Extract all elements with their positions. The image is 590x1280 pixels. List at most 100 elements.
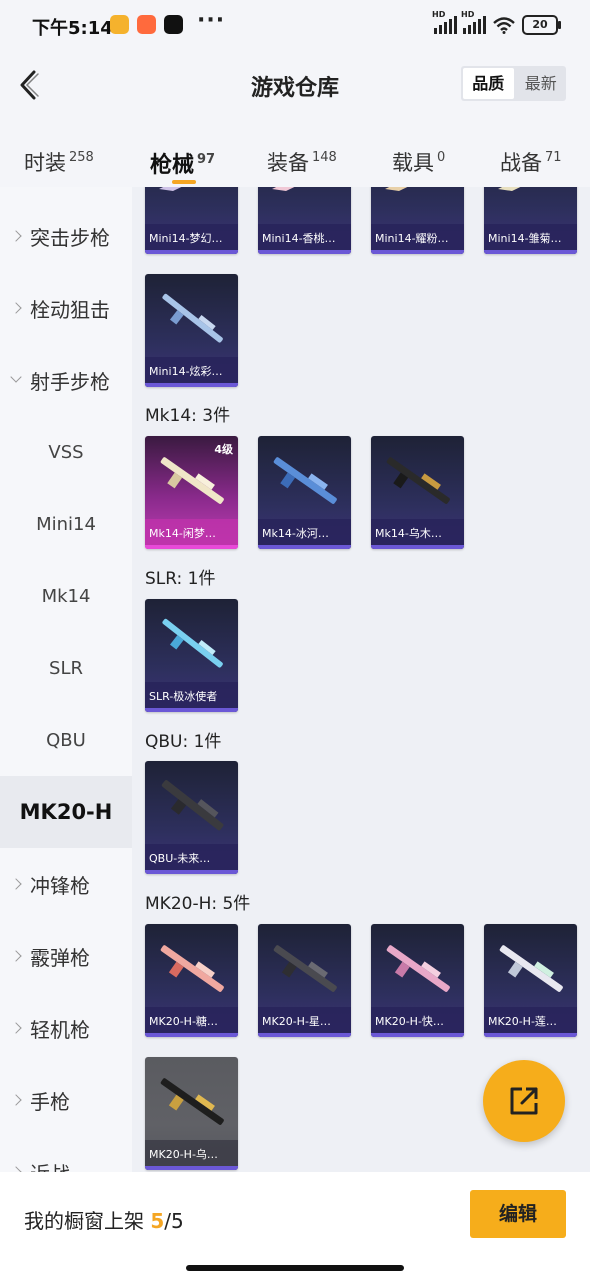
tab-label: 时装 [24, 151, 66, 175]
shelf-label: 我的橱窗上架 [24, 1209, 144, 1233]
skin-card[interactable]: Mini14-梦幻… [145, 187, 238, 254]
signal-icon-2: HD [461, 10, 486, 34]
tab-count: 97 [197, 152, 216, 167]
rarity-bar [371, 250, 464, 254]
rarity-bar [371, 1033, 464, 1037]
sidebar-item-pistol[interactable]: 手枪 [0, 1064, 132, 1136]
home-indicator[interactable] [186, 1265, 404, 1271]
tab-fashion[interactable]: 时装 258 [24, 147, 94, 177]
tab-label: 装备 [267, 151, 309, 175]
skin-card[interactable]: Mini14-香桃… [258, 187, 351, 254]
section-title-qbu: QBU: 1件 [145, 732, 222, 752]
skin-card[interactable]: Mini14-耀粉… [371, 187, 464, 254]
sidebar-item-bolt-sniper[interactable]: 栓动狙击 [0, 272, 132, 344]
skin-card[interactable]: Mk14-冰河… [258, 436, 351, 549]
sidebar-item-label: 手枪 [30, 1089, 70, 1114]
chevron-down-icon [12, 375, 22, 385]
skin-name: Mini14-香桃… [262, 232, 336, 245]
skin-card[interactable]: SLR-极冰使者 [145, 599, 238, 712]
tab-weapons[interactable]: 枪械 97 [150, 147, 215, 179]
skin-name: MK20-H-乌… [149, 1148, 218, 1161]
share-fab-button[interactable] [483, 1060, 565, 1142]
tab-supplies[interactable]: 战备 71 [500, 147, 562, 177]
sidebar-item-label: 栓动狙击 [30, 297, 110, 322]
sidebar-item-mk20h[interactable]: MK20-H [0, 776, 132, 848]
skin-card[interactable]: QBU-未来… [145, 761, 238, 874]
sidebar-item-assault-rifle[interactable]: 突击步枪 [0, 200, 132, 272]
chevron-right-icon [12, 879, 22, 889]
tab-label: 载具 [392, 151, 434, 175]
rifle-icon [499, 945, 563, 992]
sort-latest-button[interactable]: 最新 [516, 66, 567, 101]
rifle-icon [498, 187, 521, 191]
rarity-bar [145, 250, 238, 254]
sidebar-item-shotgun[interactable]: 霰弹枪 [0, 920, 132, 992]
rarity-bar [371, 545, 464, 549]
rarity-bar [484, 250, 577, 254]
chevron-right-icon [12, 231, 22, 241]
sidebar-item-label: Mk14 [41, 585, 91, 607]
sidebar-item-marksman-rifle[interactable]: 射手步枪 [0, 344, 132, 416]
skin-name: Mini14-雏菊… [488, 232, 562, 245]
tab-count: 71 [545, 150, 562, 165]
rifle-icon [273, 457, 337, 504]
sort-quality-button[interactable]: 品质 [463, 68, 514, 99]
rarity-bar [145, 708, 238, 712]
skin-name: Mini14-耀粉… [375, 232, 449, 245]
skin-name: MK20-H-快… [375, 1015, 444, 1028]
wifi-icon [493, 17, 515, 34]
rifle-icon [272, 187, 295, 191]
rifle-icon [159, 187, 182, 191]
weapon-type-sidebar: 突击步枪 栓动狙击 射手步枪 VSS Mini14 Mk14 SLR QBU M… [0, 187, 132, 1172]
skin-card[interactable]: MK20-H-快… [371, 924, 464, 1037]
skin-card[interactable]: MK20-H-糖… [145, 924, 238, 1037]
skin-card[interactable]: MK20-H-乌… [145, 1057, 238, 1170]
sort-toggle[interactable]: 品质 最新 [461, 66, 566, 101]
sidebar-item-melee[interactable]: 近战 [0, 1136, 132, 1173]
tab-count: 148 [312, 150, 337, 165]
tab-label: 战备 [500, 151, 542, 175]
shelf-count: 5 [150, 1209, 165, 1233]
rarity-bar [145, 1033, 238, 1037]
section-title-mk14: Mk14: 3件 [145, 406, 231, 426]
skin-name: MK20-H-星… [262, 1015, 331, 1028]
sidebar-item-slr[interactable]: SLR [0, 632, 132, 704]
rarity-bar [145, 1166, 238, 1170]
section-title-slr: SLR: 1件 [145, 569, 216, 589]
showcase-shelf-status: 我的橱窗上架 5/5 [24, 1205, 184, 1234]
status-time: 下午5:14 [32, 18, 113, 39]
sidebar-item-lmg[interactable]: 轻机枪 [0, 992, 132, 1064]
rifle-icon [162, 293, 223, 343]
chevron-right-icon [12, 951, 22, 961]
more-notifications-icon: ··· [197, 8, 226, 33]
sidebar-item-mini14[interactable]: Mini14 [0, 488, 132, 560]
tab-equipment[interactable]: 装备 148 [267, 147, 337, 177]
tab-vehicles[interactable]: 载具 0 [392, 147, 445, 177]
skin-card[interactable]: MK20-H-莲… [484, 924, 577, 1037]
skin-card[interactable]: 4级 Mk14-闲梦… [145, 436, 238, 549]
tiktok-icon [164, 15, 183, 34]
chevron-right-icon [12, 303, 22, 313]
skin-card[interactable]: Mk14-乌木… [371, 436, 464, 549]
rifle-icon [386, 457, 450, 504]
sidebar-item-label: 轻机枪 [30, 1017, 90, 1042]
skin-card[interactable]: MK20-H-星… [258, 924, 351, 1037]
skin-card[interactable]: Mini14-炫彩… [145, 274, 238, 387]
skin-name: MK20-H-莲… [488, 1015, 557, 1028]
sidebar-item-label: 突击步枪 [30, 225, 110, 250]
rarity-bar [258, 1033, 351, 1037]
edit-button[interactable]: 编辑 [470, 1190, 566, 1238]
tab-count: 0 [437, 150, 446, 165]
skin-name: Mk14-乌木… [375, 527, 442, 540]
tab-count: 258 [69, 150, 94, 165]
status-bar: 下午5:14 ··· HD HD 20 [0, 0, 590, 52]
chevron-right-icon [12, 1095, 22, 1105]
status-indicators: HD HD 20 [432, 10, 561, 36]
sidebar-item-mk14[interactable]: Mk14 [0, 560, 132, 632]
skin-card[interactable]: Mini14-雏菊… [484, 187, 577, 254]
sidebar-item-label: Mini14 [36, 513, 96, 535]
sidebar-item-vss[interactable]: VSS [0, 416, 132, 488]
sidebar-item-qbu[interactable]: QBU [0, 704, 132, 776]
weapon-grid: Mini14-梦幻… Mini14-香桃… Mini14-耀粉… Mini14-… [132, 187, 590, 1172]
sidebar-item-smg[interactable]: 冲锋枪 [0, 848, 132, 920]
